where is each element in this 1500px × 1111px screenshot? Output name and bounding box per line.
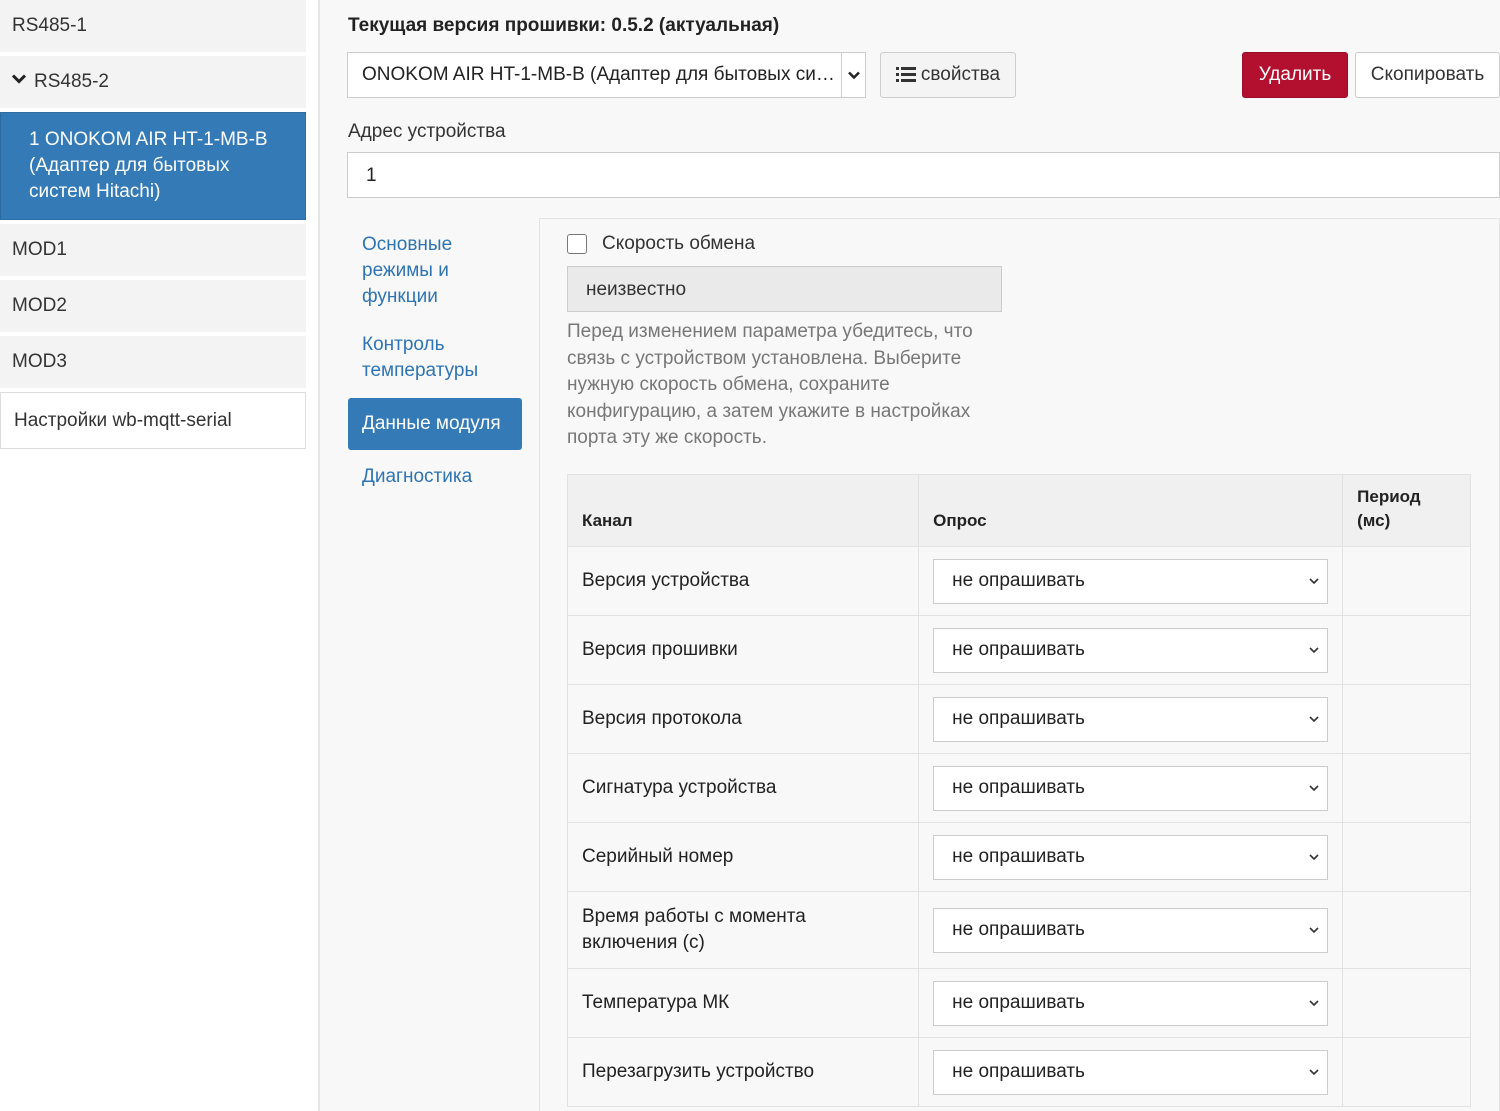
sidebar-item-rs485-1[interactable]: RS485-1: [0, 0, 306, 56]
device-type-select[interactable]: ONOKOM AIR HT-1-MB-B (Адаптер для бытовы…: [347, 52, 866, 98]
sidebar-item-label: MOD2: [12, 295, 67, 316]
tab-module-data[interactable]: Данные модуля: [348, 398, 522, 450]
column-header-channel: Канал: [566, 474, 920, 547]
properties-button[interactable]: свойства: [880, 52, 1016, 98]
sidebar-item-onokom-device[interactable]: 1 ONOKOM AIR HT-1-MB-B (Адаптер для быто…: [0, 112, 306, 220]
sidebar-item-label: MOD1: [12, 239, 67, 260]
poll-select-value: не опрашивать: [952, 777, 1085, 798]
sidebar-item-label: 1 ONOKOM AIR HT-1-MB-B (Адаптер для быто…: [29, 129, 268, 202]
chevron-down-icon: [1309, 853, 1319, 860]
list-icon: [895, 67, 916, 82]
table-row: Температура МК не опрашивать: [566, 968, 1471, 1038]
channel-name: Время работы с момента включения (с): [566, 891, 920, 969]
channel-name: Перезагрузить устройство: [566, 1037, 920, 1107]
column-header-period: Период (мс): [1342, 474, 1471, 547]
chevron-down-icon: [12, 74, 26, 84]
poll-select-value: не опрашивать: [952, 919, 1085, 940]
period-cell[interactable]: [1342, 1037, 1471, 1107]
channel-name: Версия протокола: [566, 684, 920, 754]
channel-name: Серийный номер: [566, 822, 920, 892]
table-row: Перезагрузить устройство не опрашивать: [566, 1037, 1471, 1107]
poll-select[interactable]: не опрашивать: [933, 765, 1329, 811]
period-cell[interactable]: [1342, 822, 1471, 892]
channel-name: Температура МК: [566, 968, 920, 1038]
channel-name: Версия устройства: [566, 546, 920, 616]
table-row: Время работы с момента включения (с) не о…: [566, 891, 1471, 969]
sidebar-item-label: Настройки wb-mqtt-serial: [14, 409, 232, 431]
tab-main-modes[interactable]: Основные режимы и функции: [348, 224, 522, 318]
poll-cell: не опрашивать: [918, 891, 1344, 969]
poll-select-value: не опрашивать: [952, 708, 1085, 729]
table-row: Версия устройства не опрашивать: [566, 546, 1471, 616]
tab-temperature-control[interactable]: Контроль температуры: [348, 324, 522, 392]
poll-select[interactable]: не опрашивать: [933, 1049, 1329, 1095]
chevron-down-icon: [1309, 577, 1319, 584]
poll-select-value: не опрашивать: [952, 639, 1085, 660]
poll-select[interactable]: не опрашивать: [933, 558, 1329, 604]
poll-select-value: не опрашивать: [952, 1061, 1085, 1082]
device-type-value: ONOKOM AIR HT-1-MB-B (Адаптер для бытовы…: [362, 64, 841, 85]
poll-cell: не опрашивать: [918, 546, 1344, 616]
chevron-down-icon: [841, 53, 865, 97]
channels-table: Канал Опрос Период (мс) Версия устройств…: [566, 474, 1471, 1107]
poll-select[interactable]: не опрашивать: [933, 980, 1329, 1026]
copy-button[interactable]: Скопировать: [1355, 52, 1500, 98]
delete-button[interactable]: Удалить: [1242, 52, 1348, 98]
column-header-poll: Опрос: [918, 474, 1344, 547]
speed-help-text: Перед изменением параметра убедитесь, чт…: [567, 321, 973, 448]
speed-value-field: неизвестно: [567, 266, 1002, 312]
poll-cell: не опрашивать: [918, 753, 1344, 823]
firmware-version: Текущая версия прошивки: 0.5.2 (актуальн…: [348, 15, 780, 36]
chevron-down-icon: [1309, 715, 1319, 722]
chevron-down-icon: [1309, 784, 1319, 791]
sidebar-item-mod2[interactable]: MOD2: [0, 280, 306, 336]
table-row: Версия прошивки не опрашивать: [566, 615, 1471, 685]
poll-cell: не опрашивать: [918, 615, 1344, 685]
speed-label: Скорость обмена: [602, 233, 756, 254]
period-cell[interactable]: [1342, 753, 1471, 823]
chevron-down-icon: [1309, 999, 1319, 1006]
section-nav: Основные режимы и функции Контроль темпе…: [348, 224, 522, 504]
address-label: Адрес устройства: [348, 121, 506, 142]
table-row: Сигнатура устройства не опрашивать: [566, 753, 1471, 823]
poll-cell: не опрашивать: [918, 822, 1344, 892]
chevron-down-icon: [1309, 1068, 1319, 1075]
period-cell[interactable]: [1342, 546, 1471, 616]
channel-name: Версия прошивки: [566, 615, 920, 685]
sidebar-item-serial-settings[interactable]: Настройки wb-mqtt-serial: [0, 392, 306, 449]
sidebar-item-label: RS485-1: [12, 15, 87, 36]
period-cell[interactable]: [1342, 891, 1471, 969]
table-row: Версия протокола не опрашивать: [566, 684, 1471, 754]
tab-diagnostics[interactable]: Диагностика: [348, 456, 522, 498]
module-data-panel: Скорость обмена неизвестно Перед изменен…: [539, 218, 1500, 1111]
poll-cell: не опрашивать: [918, 968, 1344, 1038]
period-cell[interactable]: [1342, 684, 1471, 754]
speed-row: Скорость обмена: [567, 233, 755, 255]
sidebar-item-mod3[interactable]: MOD3: [0, 336, 306, 392]
period-cell[interactable]: [1342, 968, 1471, 1038]
sidebar: RS485-1 RS485-2 1 ONOKOM AIR HT-1-MB-B (…: [0, 0, 306, 449]
properties-label: свойства: [920, 64, 1001, 85]
poll-select-value: не опрашивать: [952, 846, 1085, 867]
sidebar-item-label: MOD3: [12, 351, 67, 372]
period-cell[interactable]: [1342, 615, 1471, 685]
sidebar-item-mod1[interactable]: MOD1: [0, 224, 306, 280]
table-row: Серийный номер не опрашивать: [566, 822, 1471, 892]
chevron-down-icon: [1309, 646, 1319, 653]
speed-checkbox[interactable]: [567, 234, 587, 254]
sidebar-item-rs485-2[interactable]: RS485-2: [0, 56, 306, 112]
poll-cell: не опрашивать: [918, 684, 1344, 754]
chevron-down-icon: [1309, 926, 1319, 933]
poll-select[interactable]: не опрашивать: [933, 627, 1329, 673]
channel-name: Сигнатура устройства: [566, 753, 920, 823]
poll-select[interactable]: не опрашивать: [933, 696, 1329, 742]
poll-select-value: не опрашивать: [952, 570, 1085, 591]
sidebar-item-label: RS485-2: [34, 71, 109, 92]
address-input[interactable]: 1: [347, 152, 1500, 198]
poll-select[interactable]: не опрашивать: [933, 907, 1329, 953]
poll-select-value: не опрашивать: [952, 992, 1085, 1013]
poll-select[interactable]: не опрашивать: [933, 834, 1329, 880]
poll-cell: не опрашивать: [918, 1037, 1344, 1107]
main-area: Текущая версия прошивки: 0.5.2 (актуальн…: [320, 0, 1500, 1111]
